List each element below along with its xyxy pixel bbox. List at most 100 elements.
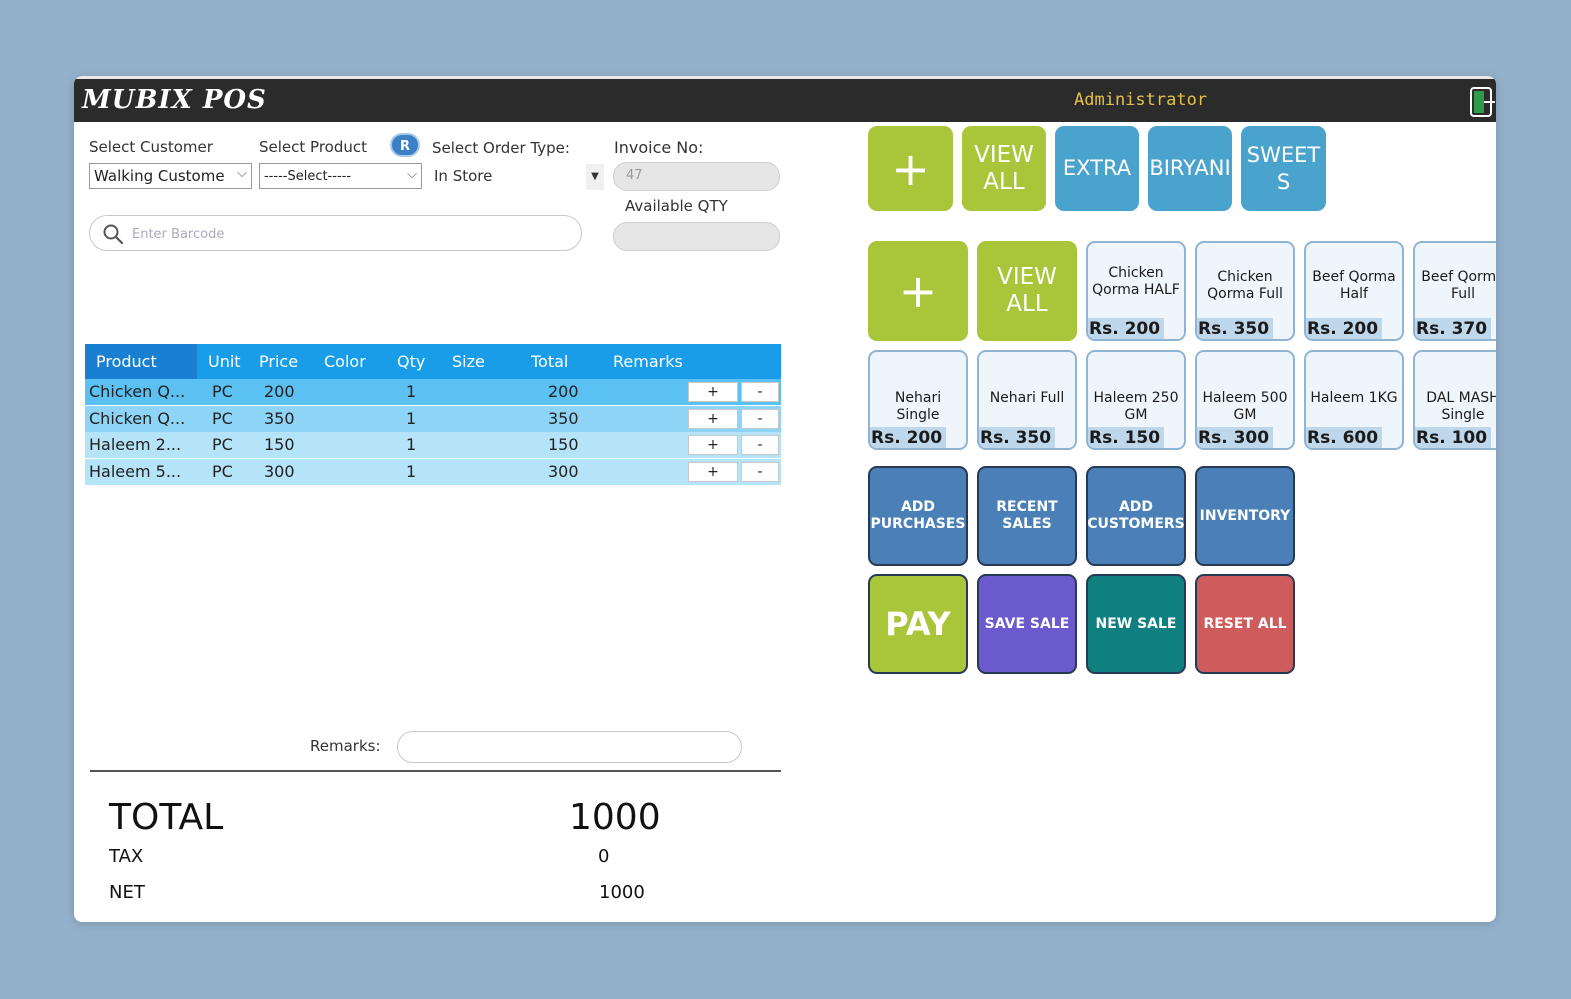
customer-label: Select Customer: [89, 138, 213, 156]
cell-product: Haleem 2...: [89, 435, 182, 454]
table-row[interactable]: Haleem 5... PC 300 1 300 + -: [85, 458, 781, 485]
chevron-down-icon: ⌵: [237, 166, 247, 181]
col-color[interactable]: Color: [324, 352, 366, 371]
cell-price: 150: [264, 435, 295, 454]
cell-qty: 1: [406, 408, 417, 428]
product-name: Haleem 250 GM: [1093, 390, 1179, 423]
invoice-label: Invoice No:: [614, 138, 704, 157]
col-size[interactable]: Size: [452, 352, 485, 371]
tax-value: 0: [598, 846, 610, 867]
product-name: Chicken Qorma Full: [1207, 269, 1283, 302]
increase-qty-button[interactable]: +: [688, 435, 738, 455]
col-qty[interactable]: Qty: [397, 352, 425, 371]
app-title: MUBIX POS: [82, 85, 267, 115]
product-name: Nehari Single: [894, 390, 942, 423]
view-all-products-button[interactable]: VIEW ALL: [977, 241, 1077, 341]
add-product-button[interactable]: +: [868, 241, 968, 341]
barcode-search[interactable]: [89, 215, 582, 251]
product-tile[interactable]: Haleem 1KG Rs. 600: [1304, 350, 1404, 450]
product-price: Rs. 200: [1088, 318, 1165, 339]
title-bar: MUBIX POS Administrator: [74, 76, 1496, 122]
col-price[interactable]: Price: [259, 352, 298, 371]
customer-select-value: Walking Custome: [94, 167, 225, 185]
product-tile[interactable]: Chicken Qorma HALF Rs. 200: [1086, 241, 1186, 341]
product-price: Rs. 150: [1088, 427, 1165, 448]
increase-qty-button[interactable]: +: [688, 408, 738, 429]
pay-button[interactable]: PAY: [868, 574, 968, 674]
cart-grid: Product Unit Price Color Qty Size Total …: [85, 344, 781, 485]
product-select[interactable]: -----Select----- ⌵: [259, 163, 422, 189]
cell-unit: PC: [212, 408, 233, 428]
add-purchases-button[interactable]: ADD PURCHASES: [868, 466, 968, 566]
net-label: NET: [109, 882, 145, 903]
net-value: 1000: [599, 882, 645, 903]
decrease-qty-button[interactable]: -: [741, 435, 779, 455]
col-unit[interactable]: Unit: [208, 352, 241, 371]
increase-qty-button[interactable]: +: [688, 382, 738, 402]
product-tile[interactable]: Haleem 250 GM Rs. 150: [1086, 350, 1186, 450]
cell-price: 350: [264, 408, 295, 428]
product-price: Rs. 200: [1306, 318, 1383, 339]
add-customers-button[interactable]: ADD CUSTOMERS: [1086, 466, 1186, 566]
product-label: Select Product: [259, 138, 367, 156]
decrease-qty-button[interactable]: -: [741, 408, 779, 429]
table-row[interactable]: Chicken Q... PC 350 1 350 + -: [85, 405, 781, 432]
recent-sales-button[interactable]: RECENT SALES: [977, 466, 1077, 566]
col-remarks[interactable]: Remarks: [613, 352, 683, 371]
customer-select[interactable]: Walking Custome ⌵: [89, 163, 252, 189]
cell-unit: PC: [212, 461, 233, 481]
col-total[interactable]: Total: [531, 352, 568, 371]
inventory-button[interactable]: INVENTORY: [1195, 466, 1295, 566]
tax-label: TAX: [109, 846, 144, 867]
product-tile[interactable]: DAL MASH Single Rs. 100: [1413, 350, 1496, 450]
chevron-down-icon: ⌵: [407, 167, 417, 182]
product-tile[interactable]: Haleem 500 GM Rs. 300: [1195, 350, 1295, 450]
barcode-input[interactable]: [130, 222, 564, 246]
save-sale-button[interactable]: SAVE SALE: [977, 574, 1077, 674]
col-product[interactable]: Product: [96, 352, 157, 371]
order-type-value: In Store: [434, 167, 493, 185]
available-qty-field[interactable]: [613, 222, 780, 251]
view-all-categories-button[interactable]: VIEW ALL: [962, 126, 1046, 211]
product-name: Haleem 500 GM: [1202, 390, 1288, 423]
invoice-field[interactable]: 47: [613, 162, 780, 191]
cell-qty: 1: [406, 435, 417, 454]
cell-product: Chicken Q...: [89, 408, 186, 428]
decrease-qty-button[interactable]: -: [741, 382, 779, 402]
cell-unit: PC: [212, 382, 233, 401]
table-row[interactable]: Haleem 2... PC 150 1 150 + -: [85, 432, 781, 458]
table-row[interactable]: Chicken Q... PC 200 1 200 + -: [85, 379, 781, 405]
product-tile[interactable]: Nehari Single Rs. 200: [868, 350, 968, 450]
logged-in-user: Administrator: [1074, 90, 1208, 110]
product-tile[interactable]: Chicken Qorma Full Rs. 350: [1195, 241, 1295, 341]
cell-total: 350: [548, 408, 579, 428]
available-qty-label: Available QTY: [625, 197, 728, 215]
exit-icon[interactable]: [1468, 85, 1496, 119]
refresh-button[interactable]: R: [390, 133, 420, 157]
add-category-button[interactable]: +: [868, 126, 953, 211]
cell-total: 150: [548, 435, 579, 454]
search-icon: [103, 224, 124, 245]
dropdown-arrow-icon: ▼: [586, 164, 604, 190]
cell-qty: 1: [406, 382, 417, 401]
product-tile[interactable]: Nehari Full Rs. 350: [977, 350, 1077, 450]
reset-all-button[interactable]: RESET ALL: [1195, 574, 1295, 674]
product-price: Rs. 100: [1415, 427, 1492, 448]
product-tile[interactable]: Beef Qorma Full Rs. 370: [1413, 241, 1496, 341]
cell-total: 200: [548, 382, 579, 401]
category-extra[interactable]: EXTRA: [1055, 126, 1139, 211]
total-value: 1000: [569, 797, 661, 838]
decrease-qty-button[interactable]: -: [741, 461, 779, 482]
new-sale-button[interactable]: NEW SALE: [1086, 574, 1186, 674]
product-select-value: -----Select-----: [264, 169, 352, 184]
remarks-input[interactable]: [397, 731, 742, 763]
category-biryani[interactable]: BIRYANI: [1148, 126, 1232, 211]
product-name: DAL MASH Single: [1426, 390, 1496, 423]
increase-qty-button[interactable]: +: [688, 461, 738, 482]
product-tile[interactable]: Beef Qorma Half Rs. 200: [1304, 241, 1404, 341]
category-sweets[interactable]: SWEET S: [1241, 126, 1326, 211]
order-type-select[interactable]: In Store ▼: [430, 164, 604, 190]
product-name: Chicken Qorma HALF: [1092, 265, 1180, 298]
divider: [90, 770, 781, 772]
cell-product: Chicken Q...: [89, 382, 186, 401]
